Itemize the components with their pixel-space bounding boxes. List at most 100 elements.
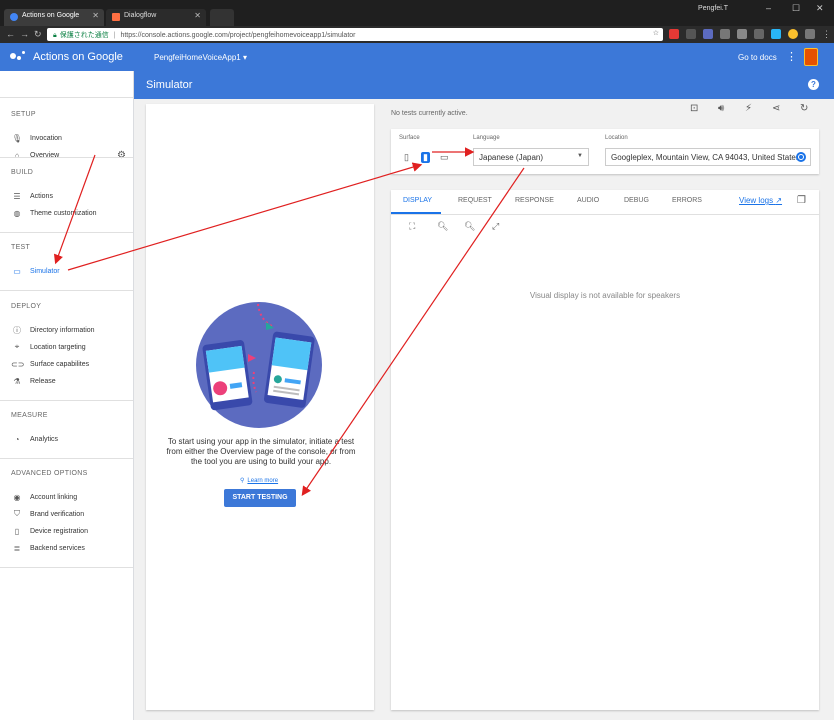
url-text: https://console.actions.google.com/proje… — [120, 32, 356, 39]
go-to-docs-link[interactable]: Go to docs — [738, 53, 777, 62]
extension-icon[interactable] — [669, 29, 679, 39]
sidebar-item-label: Backend services — [30, 544, 85, 552]
sidebar-item-overview[interactable]: ⌂ Overview — [11, 149, 60, 161]
sidebar-item-label: Actions — [30, 192, 53, 200]
google-favicon-icon — [10, 13, 18, 21]
chevron-down-icon: ▾ — [242, 53, 247, 62]
help-icon[interactable]: ? — [808, 79, 819, 90]
location-label: Location — [605, 135, 628, 141]
language-select[interactable]: Japanese (Japan) ▼ — [473, 148, 589, 166]
sidebar-item-label: Simulator — [30, 267, 60, 275]
browser-profile-name[interactable]: Pengfei.T — [698, 5, 728, 12]
toggle-icon: ⊂⊃ — [11, 359, 25, 369]
simulator-intro-text: To start using your app in the simulator… — [166, 437, 356, 466]
fullscreen-icon[interactable]: ⤢ — [492, 221, 499, 232]
page-title: Simulator — [146, 79, 193, 91]
surface-label: Surface — [399, 135, 420, 141]
sidebar-item-directory-information[interactable]: ⓘ Directory information — [11, 324, 95, 336]
sidebar-item-account-linking[interactable]: ◉ Account linking — [11, 491, 78, 503]
browser-tab-actions[interactable]: Actions on Google ✕ — [4, 9, 104, 26]
speaker-surface-icon[interactable]: ▮ — [421, 152, 430, 163]
palette-icon: ◍ — [13, 208, 21, 218]
tab-audio[interactable]: AUDIO — [577, 197, 599, 204]
sidebar-item-actions[interactable]: ☰ Actions — [11, 190, 53, 202]
forward-icon[interactable]: → — [20, 29, 29, 39]
minimize-icon[interactable]: – — [766, 3, 771, 13]
location-input[interactable]: Googleplex, Mountain View, CA 94043, Uni… — [605, 148, 811, 166]
extension-icon[interactable] — [737, 29, 747, 39]
device-icon: ▯ — [14, 526, 20, 536]
view-logs-link[interactable]: View logs ↗ — [739, 196, 782, 205]
extension-icon[interactable] — [703, 29, 713, 39]
app-header: Actions on Google PengfeiHomeVoiceApp1 ▾… — [0, 43, 834, 71]
volume-icon[interactable]: 🔊︎ — [718, 103, 724, 114]
zoom-out-icon[interactable]: 🔍︎ — [437, 221, 448, 232]
extension-icon[interactable] — [754, 29, 764, 39]
section-heading-deploy: DEPLOY — [11, 303, 42, 310]
share-icon[interactable]: ⋖ — [772, 103, 780, 114]
extension-icon[interactable] — [805, 29, 815, 39]
sidebar-item-invocation[interactable]: 🎙︎ Invocation — [11, 132, 62, 144]
copy-icon[interactable]: ❐ — [797, 195, 806, 206]
avatar[interactable] — [804, 48, 818, 66]
my-location-icon[interactable] — [796, 152, 806, 162]
bookmark-star-icon[interactable]: ☆ — [653, 29, 659, 37]
info-icon: ⓘ — [13, 325, 21, 335]
app-title[interactable]: Actions on Google — [33, 51, 123, 63]
sidebar-item-location-targeting[interactable]: ⌖ Location targeting — [11, 341, 86, 353]
sidebar-item-release[interactable]: ⚗︎ Release — [11, 375, 55, 387]
sidebar-item-brand-verification[interactable]: ⛉ Brand verification — [11, 508, 84, 520]
gear-icon[interactable]: ⚙ — [117, 150, 126, 161]
page-header: Simulator ? — [134, 71, 834, 99]
refresh-icon[interactable]: ↻ — [800, 103, 808, 114]
sidebar-item-simulator[interactable]: ▭ Simulator — [11, 265, 60, 277]
security-label: 保護された通信 — [59, 32, 109, 39]
unlink-icon[interactable]: ⚡︎ — [745, 103, 752, 114]
display-surface-icon[interactable]: ▭ — [440, 152, 449, 163]
tab-request[interactable]: REQUEST — [458, 197, 492, 204]
tab-display[interactable]: DISPLAY — [403, 197, 432, 204]
actions-on-google-logo-icon — [10, 51, 26, 63]
visual-display-message: Visual display is not available for spea… — [529, 291, 681, 300]
more-options-icon[interactable]: ⋮ — [786, 50, 797, 63]
extension-icon[interactable] — [686, 29, 696, 39]
start-testing-button[interactable]: START TESTING — [224, 489, 296, 507]
sidebar-item-theme-customization[interactable]: ◍ Theme customization — [11, 207, 97, 219]
display-off-icon[interactable]: ⊡ — [690, 103, 698, 114]
sidebar-item-label: Invocation — [30, 134, 62, 142]
back-icon[interactable]: ← — [6, 29, 15, 39]
browser-tab-dialogflow[interactable]: Dialogflow ✕ — [106, 9, 206, 26]
maximize-icon[interactable]: ☐ — [792, 3, 800, 14]
tab-debug[interactable]: DEBUG — [624, 197, 649, 204]
reload-icon[interactable]: ↻ — [34, 29, 42, 40]
close-window-icon[interactable]: ✕ — [816, 3, 824, 14]
extension-icon[interactable] — [720, 29, 730, 39]
extension-icon[interactable] — [788, 29, 798, 39]
phone-surface-icon[interactable]: ▯ — [404, 152, 409, 163]
close-tab-icon[interactable]: ✕ — [92, 11, 99, 20]
sidebar-item-label: Analytics — [30, 435, 59, 443]
sidebar-item-backend-services[interactable]: ≣ Backend services — [11, 542, 85, 554]
sidebar-overview-row — [0, 71, 133, 98]
close-tab-icon[interactable]: ✕ — [194, 11, 201, 20]
account-icon: ◉ — [13, 492, 21, 502]
zoom-in-icon[interactable]: 🔍︎ — [464, 221, 475, 232]
fit-screen-icon[interactable]: ⛶ — [409, 221, 415, 232]
extension-icon[interactable] — [771, 29, 781, 39]
view-logs-label: View logs — [739, 196, 774, 205]
project-selector[interactable]: PengfeiHomeVoiceApp1 ▾ — [154, 53, 247, 62]
sidebar-item-label: Directory information — [30, 326, 95, 334]
divider — [0, 232, 133, 233]
sidebar-item-device-registration[interactable]: ▯ Device registration — [11, 525, 88, 537]
sidebar-item-surface-capabilities[interactable]: ⊂⊃ Surface capabilites — [11, 358, 89, 370]
browser-menu-icon[interactable]: ⋮ — [822, 29, 831, 40]
sidebar-item-analytics[interactable]: ◔ Analytics — [11, 433, 58, 445]
tab-errors[interactable]: ERRORS — [672, 197, 702, 204]
address-bar[interactable]: 🔒︎ 保護された通信 | https://console.actions.goog… — [47, 28, 663, 41]
new-tab-button[interactable] — [210, 9, 234, 26]
section-heading-build: BUILD — [11, 169, 34, 176]
services-icon: ≣ — [13, 543, 21, 553]
learn-more-link[interactable]: ⚲ Learn more — [240, 477, 278, 484]
tab-response[interactable]: RESPONSE — [515, 197, 554, 204]
learn-more-label: Learn more — [247, 478, 279, 484]
